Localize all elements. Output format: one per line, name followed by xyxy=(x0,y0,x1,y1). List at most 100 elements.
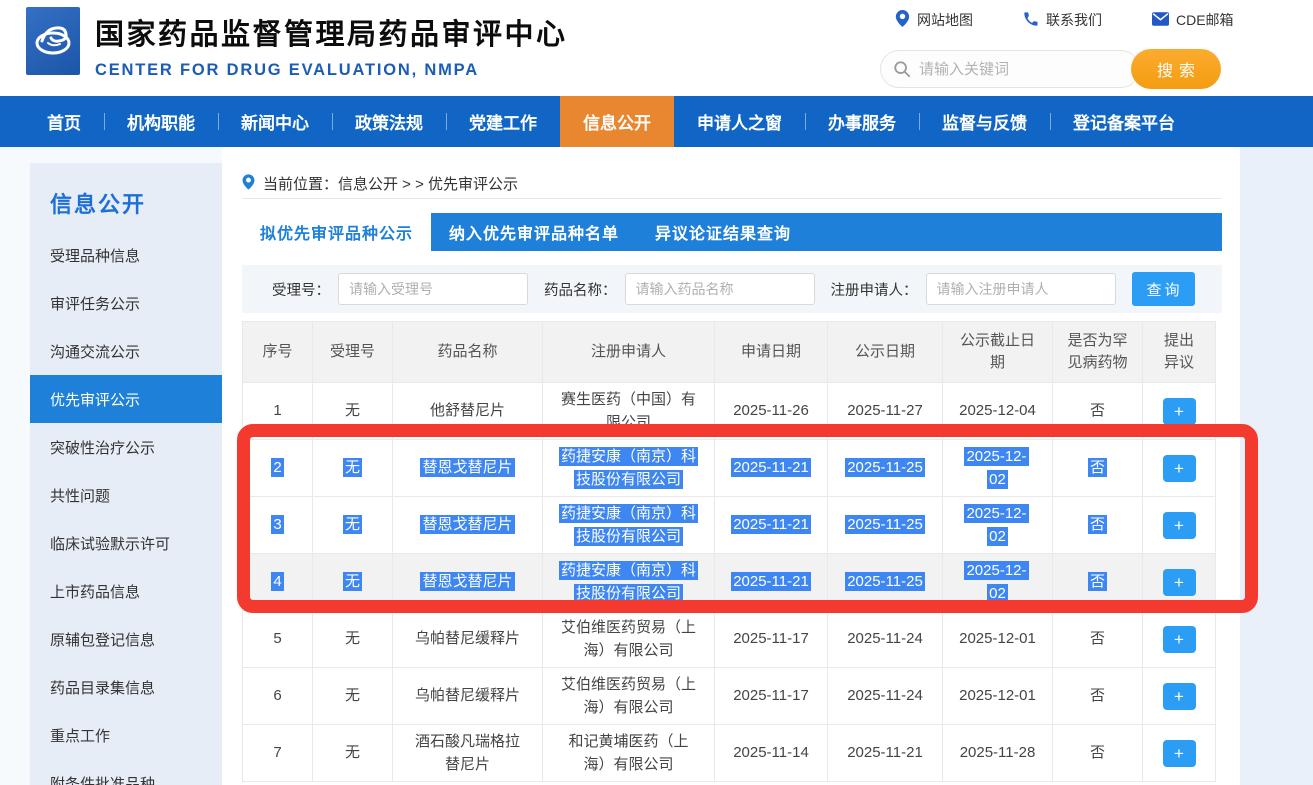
col-rare-disease: 是否为罕见病药物 xyxy=(1052,321,1143,383)
cell-publish-date: 2025-11-24 xyxy=(847,630,923,648)
primary-nav: 首页 机构职能 新闻中心 政策法规 党建工作 信息公开 申请人之窗 办事服务 监… xyxy=(0,96,1313,147)
cell-rare: 否 xyxy=(1089,402,1105,420)
nav-item-news[interactable]: 新闻中心 xyxy=(218,96,332,147)
cell-apply-date: 2025-11-17 xyxy=(733,687,809,705)
cell-applicant: 赛生医药（中国）有限公司 xyxy=(560,390,696,431)
sidebar-item-breakthrough-therapy[interactable]: 突破性治疗公示 xyxy=(30,423,222,471)
cell-applicant: 和记黄埔医药（上海）有限公司 xyxy=(568,732,689,773)
sidebar-item-marketed-drugs[interactable]: 上市药品信息 xyxy=(30,567,222,615)
cell-serial: 5 xyxy=(273,630,282,648)
applicant-input[interactable] xyxy=(925,273,1116,305)
nav-item-functions[interactable]: 机构职能 xyxy=(104,96,218,147)
query-button[interactable]: 查询 xyxy=(1131,272,1195,306)
sidebar-item-conditional-approval[interactable]: 附条件批准品种 xyxy=(30,759,222,785)
cell-apply-date: 2025-11-14 xyxy=(733,744,809,762)
cell-acceptance: 无 xyxy=(342,458,362,478)
priority-review-table: 序号 受理号 药品名称 注册申请人 申请日期 公示日期 公示截止日期 是否为罕见… xyxy=(242,321,1216,782)
site-search-button[interactable]: 搜索 xyxy=(1131,49,1221,89)
table-row: 1 无 他舒替尼片 赛生医药（中国）有限公司 2025-11-26 2025-1… xyxy=(242,382,1216,440)
cell-publish-date: 2025-11-25 xyxy=(845,515,925,535)
drug-name-input[interactable] xyxy=(624,273,815,305)
sidebar-item-excipients-registration[interactable]: 原辅包登记信息 xyxy=(30,615,222,663)
cell-serial: 3 xyxy=(271,515,284,535)
col-publish-deadline: 公示截止日期 xyxy=(942,321,1053,383)
cell-deadline: 2025-12-02 xyxy=(964,560,1029,603)
tab-proposed-priority-review[interactable]: 拟优先审评品种公示 xyxy=(242,213,432,251)
nav-item-applicant-window[interactable]: 申请人之窗 xyxy=(674,96,805,147)
cell-serial: 7 xyxy=(273,744,282,762)
nav-item-supervision[interactable]: 监督与反馈 xyxy=(919,96,1050,147)
cell-serial: 2 xyxy=(271,458,284,478)
cell-applicant: 艾伯维医药贸易（上海）有限公司 xyxy=(560,675,696,716)
cde-logo xyxy=(26,7,80,75)
keyword-search-input[interactable] xyxy=(880,50,1140,88)
sidebar-item-key-work[interactable]: 重点工作 xyxy=(30,711,222,759)
nav-item-information-disclosure[interactable]: 信息公开 xyxy=(560,96,674,147)
cell-rare: 否 xyxy=(1089,687,1105,705)
filter-bar: 受理号： 药品名称： 注册申请人： 查询 xyxy=(242,265,1222,313)
col-raise-objection: 提出异议 xyxy=(1142,321,1216,383)
nav-item-party[interactable]: 党建工作 xyxy=(446,96,560,147)
cell-serial: 1 xyxy=(273,402,282,420)
sidebar-item-communication[interactable]: 沟通交流公示 xyxy=(30,327,222,375)
search-icon xyxy=(893,60,911,83)
cell-applicant: 艾伯维医药贸易（上海）有限公司 xyxy=(560,618,696,659)
applicant-label: 注册申请人： xyxy=(830,282,918,299)
sidebar-item-review-tasks[interactable]: 审评任务公示 xyxy=(30,279,222,327)
cell-drug: 替恩戈替尼片 xyxy=(420,458,515,478)
cell-rare: 否 xyxy=(1087,458,1107,478)
cell-drug: 乌帕替尼缓释片 xyxy=(414,630,520,648)
top-utility-links: 网站地图 联系我们 CDE邮箱 xyxy=(895,10,1234,30)
breadcrumb: 当前位置：信息公开 > > 优先审评公示 xyxy=(242,147,1222,199)
nav-item-policies[interactable]: 政策法规 xyxy=(332,96,446,147)
cell-publish-date: 2025-11-25 xyxy=(845,572,925,592)
cell-apply-date: 2025-11-17 xyxy=(733,630,809,648)
add-objection-button[interactable]: + xyxy=(1162,397,1196,425)
tab-objection-results[interactable]: 异议论证结果查询 xyxy=(637,213,809,251)
table-row: 6 无 乌帕替尼缓释片 艾伯维医药贸易（上海）有限公司 2025-11-17 2… xyxy=(242,667,1216,725)
page-background-strip xyxy=(1240,147,1313,785)
phone-icon xyxy=(1023,11,1039,30)
sidebar: 信息公开 受理品种信息 审评任务公示 沟通交流公示 优先审评公示 突破性治疗公示… xyxy=(30,163,222,785)
add-objection-button[interactable]: + xyxy=(1162,454,1196,482)
cell-rare: 否 xyxy=(1089,630,1105,648)
sidebar-item-common-issues[interactable]: 共性问题 xyxy=(30,471,222,519)
sidebar-item-clinical-trial-implied-license[interactable]: 临床试验默示许可 xyxy=(30,519,222,567)
cell-apply-date: 2025-11-21 xyxy=(731,515,811,535)
sidebar-item-accepted-products[interactable]: 受理品种信息 xyxy=(30,231,222,279)
sitemap-link[interactable]: 网站地图 xyxy=(895,10,973,30)
col-apply-date: 申请日期 xyxy=(714,321,828,383)
tab-included-priority-review-list[interactable]: 纳入优先审评品种名单 xyxy=(431,213,637,251)
col-drug-name: 药品名称 xyxy=(392,321,543,383)
add-objection-button[interactable]: + xyxy=(1162,682,1196,710)
sidebar-item-drug-catalog[interactable]: 药品目录集信息 xyxy=(30,663,222,711)
acceptance-no-label: 受理号： xyxy=(272,282,330,299)
site-search: 搜索 xyxy=(880,49,1221,89)
cell-serial: 6 xyxy=(273,687,282,705)
contact-link[interactable]: 联系我们 xyxy=(1023,10,1102,30)
nav-item-registration-platform[interactable]: 登记备案平台 xyxy=(1050,96,1198,147)
cell-applicant: 药捷安康（南京）科技股份有限公司 xyxy=(558,503,698,546)
table-row: 2 无 替恩戈替尼片 药捷安康（南京）科技股份有限公司 2025-11-21 2… xyxy=(242,439,1216,497)
acceptance-no-input[interactable] xyxy=(338,273,528,305)
cell-deadline: 2025-12-01 xyxy=(959,630,1036,648)
table-header-row: 序号 受理号 药品名称 注册申请人 申请日期 公示日期 公示截止日期 是否为罕见… xyxy=(242,321,1216,383)
add-objection-button[interactable]: + xyxy=(1162,511,1196,539)
breadcrumb-text: 当前位置：信息公开 > > 优先审评公示 xyxy=(263,176,519,193)
cell-drug: 他舒替尼片 xyxy=(429,402,505,420)
sidebar-title: 信息公开 xyxy=(50,192,147,217)
nav-item-services[interactable]: 办事服务 xyxy=(805,96,919,147)
cell-drug: 酒石酸凡瑞格拉替尼片 xyxy=(414,732,520,773)
add-objection-button[interactable]: + xyxy=(1162,739,1196,767)
cde-mail-link[interactable]: CDE邮箱 xyxy=(1152,10,1234,30)
sidebar-item-priority-review[interactable]: 优先审评公示 xyxy=(30,375,222,423)
add-objection-button[interactable]: + xyxy=(1162,625,1196,653)
cell-publish-date: 2025-11-27 xyxy=(847,402,923,420)
site-title: 国家药品监督管理局药品审评中心 xyxy=(95,19,568,51)
col-applicant: 注册申请人 xyxy=(542,321,715,383)
add-objection-button[interactable]: + xyxy=(1162,568,1196,596)
cell-apply-date: 2025-11-21 xyxy=(731,458,811,478)
drug-name-label: 药品名称： xyxy=(544,282,617,299)
content-panel: 当前位置：信息公开 > > 优先审评公示 拟优先审评品种公示 纳入优先审评品种名… xyxy=(222,147,1240,785)
nav-item-home[interactable]: 首页 xyxy=(24,96,104,147)
